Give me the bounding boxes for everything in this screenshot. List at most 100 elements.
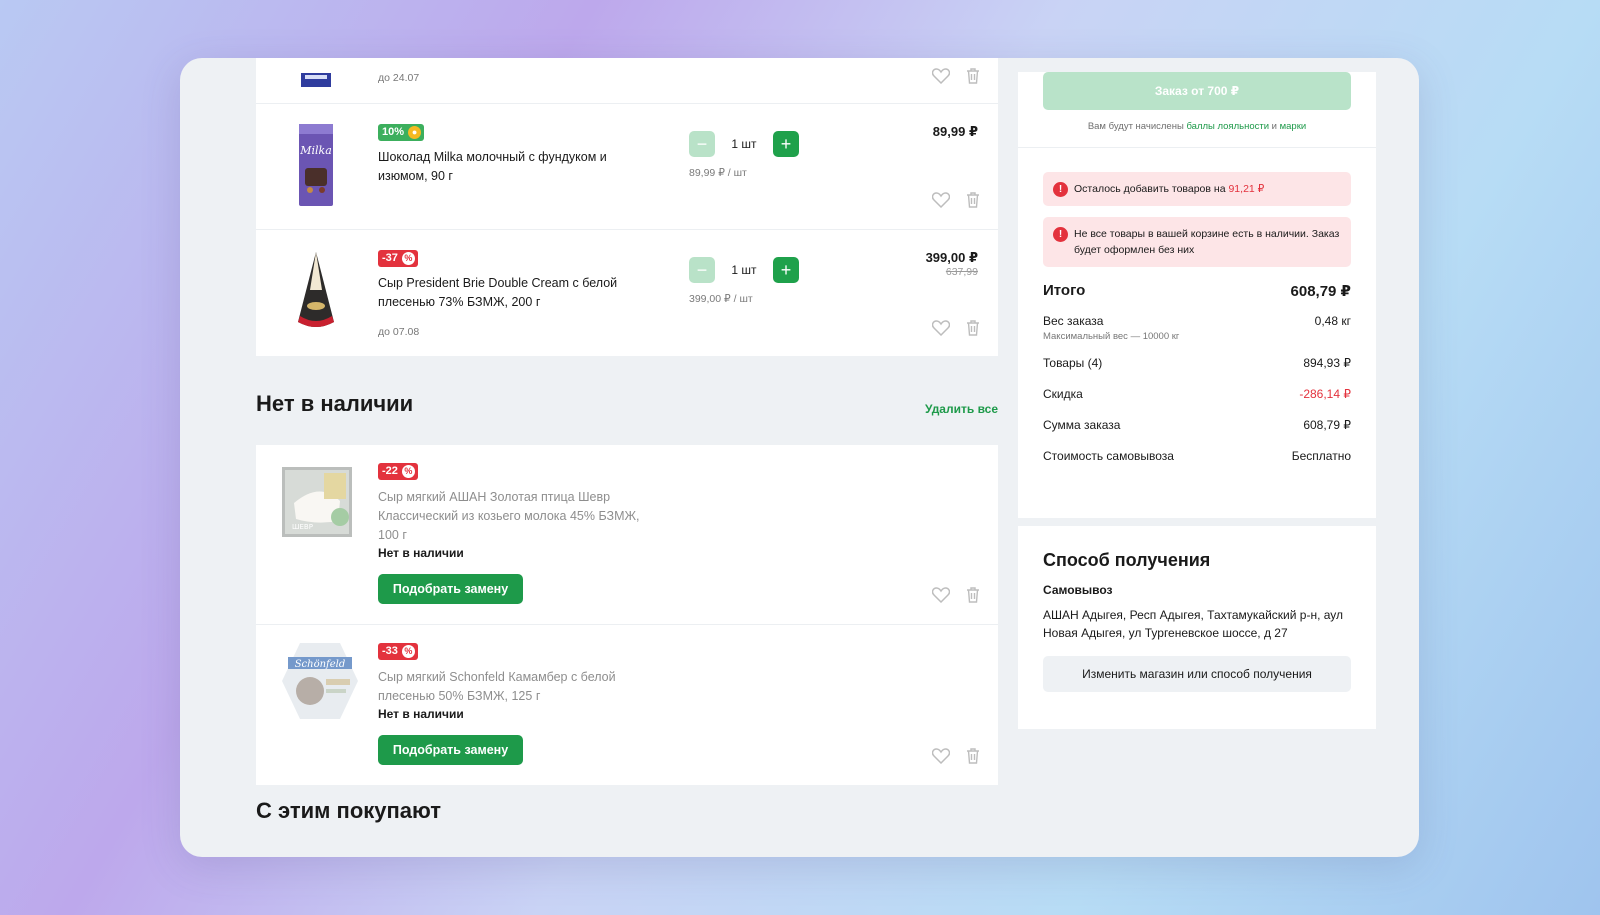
product-name[interactable]: Сыр мягкий АШАН Золотая птица Шевр Класс… — [378, 488, 643, 545]
trash-icon[interactable] — [966, 587, 980, 603]
sum-value: 608,79 ₽ — [1303, 418, 1351, 432]
total-label: Итого — [1043, 282, 1086, 299]
quantity-value: 1 шт — [731, 263, 757, 277]
discount-label: Скидка — [1043, 387, 1083, 401]
discount-badge: -33% — [378, 643, 418, 660]
discount-badge: -22% — [378, 463, 418, 480]
plus-icon[interactable]: + — [773, 257, 799, 283]
alert-amount: 91,21 ₽ — [1228, 183, 1265, 195]
quantity-value: 1 шт — [731, 137, 757, 151]
delivery-method: Способ получения Самовывоз АШАН Адыгея, … — [1018, 526, 1376, 729]
item-actions — [932, 587, 980, 603]
svg-text:ШЕВР: ШЕВР — [292, 523, 313, 531]
percent-icon: % — [401, 252, 415, 265]
cart-page: до 24.07 Milka 10% ● Шоколад Milka молоч… — [180, 58, 1419, 857]
product-image: ШЕВР — [280, 463, 356, 541]
order-summary-column: Заказ от 700 ₽ Вам будут начислены баллы… — [1018, 58, 1376, 729]
product-name[interactable]: Шоколад Milka молочный с фундуком и изюм… — [378, 148, 638, 186]
checkout-button[interactable]: Заказ от 700 ₽ — [1043, 72, 1351, 110]
info-icon: ! — [1053, 182, 1068, 197]
delivery-method-name: Самовывоз — [1043, 583, 1113, 597]
pickup-cost-value: Бесплатно — [1291, 449, 1351, 463]
trash-icon[interactable] — [966, 320, 980, 336]
total-value: 608,79 ₽ — [1290, 283, 1351, 300]
unavailable-card: ШЕВР -22% Сыр мягкий АШАН Золотая птица … — [256, 445, 998, 785]
cart-column: до 24.07 Milka 10% ● Шоколад Milka молоч… — [256, 58, 998, 823]
heart-icon[interactable] — [932, 587, 950, 603]
item-actions — [932, 748, 980, 764]
cart-item: -37% Сыр President Brie Double Cream с б… — [256, 230, 998, 356]
info-icon: ! — [1053, 227, 1068, 242]
item-actions — [932, 320, 980, 336]
heart-icon[interactable] — [932, 68, 950, 84]
loyalty-and: и — [1271, 121, 1277, 132]
minus-icon[interactable]: − — [689, 257, 715, 283]
loyalty-points-link[interactable]: баллы лояльности — [1186, 121, 1269, 132]
quantity-stepper: − 1 шт + — [689, 257, 799, 283]
trash-icon[interactable] — [966, 68, 980, 84]
item-price: 399,00 ₽ — [925, 250, 978, 265]
unavailable-title: Нет в наличии — [256, 391, 414, 416]
trash-icon[interactable] — [966, 748, 980, 764]
alert-text: Не все товары в вашей корзине есть в нал… — [1074, 228, 1340, 256]
plus-icon[interactable]: + — [773, 131, 799, 157]
weight-value: 0,48 кг — [1314, 314, 1351, 328]
item-price: 89,99 ₽ — [932, 124, 978, 139]
stock-status: Нет в наличии — [378, 707, 464, 721]
badge-label: -22 — [382, 465, 398, 477]
discount-badge: 10% ● — [378, 124, 425, 141]
product-name[interactable]: Сыр мягкий Schonfeld Камамбер с белой пл… — [378, 668, 618, 706]
old-price: 637,99 — [945, 266, 978, 278]
coin-icon: ● — [408, 126, 422, 139]
product-image — [280, 58, 352, 100]
heart-icon[interactable] — [932, 320, 950, 336]
unit-price: 399,00 ₽ / шт — [689, 293, 753, 305]
store-address: АШАН Адыгея, Респ Адыгея, Тахтамукайский… — [1043, 608, 1344, 640]
minus-icon[interactable]: − — [689, 131, 715, 157]
loyalty-note: Вам будут начислены баллы лояльности и м… — [1018, 121, 1376, 148]
goods-row: Товары (4) 894,93 ₽ — [1043, 356, 1351, 370]
weight-max: Максимальный вес — 10000 кг — [1043, 331, 1180, 342]
badge-label: 10% — [382, 126, 405, 138]
discount-value: -286,14 ₽ — [1299, 387, 1351, 401]
trash-icon[interactable] — [966, 192, 980, 208]
weight-row: Вес заказа Максимальный вес — 10000 кг 0… — [1043, 314, 1351, 342]
delivery-title: Способ получения — [1043, 550, 1211, 570]
goods-label: Товары (4) — [1043, 356, 1103, 370]
heart-icon[interactable] — [932, 192, 950, 208]
unavailable-item: Schönfeld -33% Сыр мягкий Schonfeld Кама… — [256, 625, 998, 785]
availability-alert: ! Не все товары в вашей корзине есть в н… — [1043, 217, 1351, 267]
best-before-date: до 07.08 — [378, 326, 420, 338]
quantity-stepper: − 1 шт + — [689, 131, 799, 157]
total-row: Итого 608,79 ₽ — [1043, 282, 1351, 300]
order-sum-row: Сумма заказа 608,79 ₽ — [1043, 418, 1351, 432]
delete-all-link[interactable]: Удалить все — [925, 402, 998, 416]
also-bought-title: С этим покупают — [256, 798, 442, 823]
stamps-link[interactable]: марки — [1280, 121, 1307, 132]
pickup-cost-label: Стоимость самовывоза — [1043, 449, 1174, 463]
find-replacement-button[interactable]: Подобрать замену — [378, 735, 523, 765]
cart-item: до 24.07 — [256, 58, 998, 104]
badge-label: -37 — [382, 252, 398, 264]
cart-item: Milka 10% ● Шоколад Milka молочный с фунд… — [256, 104, 998, 230]
goods-value: 894,93 ₽ — [1303, 356, 1351, 370]
product-name[interactable]: Сыр President Brie Double Cream с белой … — [378, 274, 638, 312]
min-order-alert: ! Осталось добавить товаров на 91,21 ₽ — [1043, 172, 1351, 206]
unavailable-item: ШЕВР -22% Сыр мягкий АШАН Золотая птица … — [256, 445, 998, 625]
unit-price: 89,99 ₽ / шт — [689, 167, 747, 179]
pickup-cost-row: Стоимость самовывоза Бесплатно — [1043, 449, 1351, 463]
sum-label: Сумма заказа — [1043, 418, 1121, 432]
percent-icon: % — [401, 645, 415, 658]
badge-label: -33 — [382, 645, 398, 657]
stock-status: Нет в наличии — [378, 546, 464, 560]
product-image: Milka — [280, 124, 352, 206]
cart-items-card: до 24.07 Milka 10% ● Шоколад Milka молоч… — [256, 58, 998, 356]
change-store-button[interactable]: Изменить магазин или способ получения — [1043, 656, 1351, 692]
weight-label: Вес заказа — [1043, 314, 1104, 328]
svg-text:Schönfeld: Schönfeld — [295, 659, 346, 670]
item-actions — [932, 68, 980, 84]
find-replacement-button[interactable]: Подобрать замену — [378, 574, 523, 604]
discount-badge: -37% — [378, 250, 418, 267]
discount-row: Скидка -286,14 ₽ — [1043, 387, 1351, 401]
heart-icon[interactable] — [932, 748, 950, 764]
